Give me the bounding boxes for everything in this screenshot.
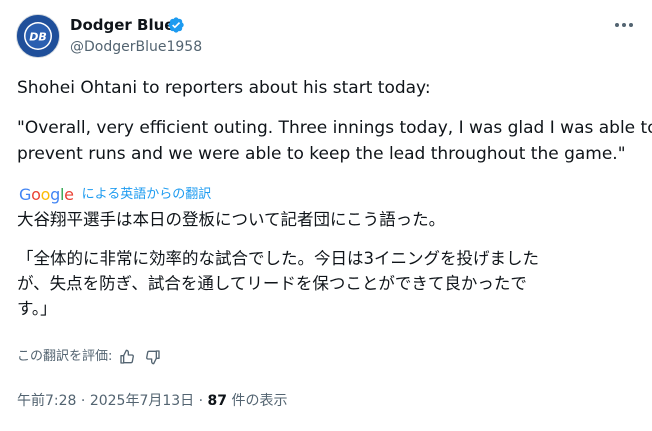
tweet-text-line: prevent runs and we were able to keep th… bbox=[17, 144, 626, 164]
meta-separator: · bbox=[80, 393, 86, 409]
translated-text-line: 大谷翔平選手は本日の登板について記者団にこう語った。 bbox=[17, 210, 446, 229]
translation-attribution[interactable]: Google による英語からの翻訳 bbox=[19, 185, 211, 205]
meta-separator: · bbox=[198, 393, 204, 409]
views-count: 87 bbox=[207, 393, 228, 409]
avatar[interactable]: DB bbox=[16, 14, 60, 58]
rate-translation: この翻訳を評価: bbox=[17, 347, 164, 367]
avatar-monogram: DB bbox=[29, 31, 47, 44]
tweet-date[interactable]: 2025年7月13日 bbox=[90, 393, 194, 409]
verified-badge-icon[interactable] bbox=[167, 16, 185, 34]
translated-text-line: 「全体的に非常に効率的な試合でした。今日は3イニングを投げました bbox=[17, 249, 539, 268]
thumbs-down-icon bbox=[146, 350, 161, 365]
author-display-name[interactable]: Dodger Blue bbox=[70, 15, 174, 35]
views-label: 件の表示 bbox=[231, 393, 288, 409]
thumbs-up-icon bbox=[120, 349, 135, 364]
tweet-text-line: "Overall, very efficient outing. Three i… bbox=[17, 118, 652, 138]
tweet-text-line: Shohei Ohtani to reporters about his sta… bbox=[17, 78, 431, 98]
rate-translation-label: この翻訳を評価: bbox=[17, 349, 113, 364]
tweet-time[interactable]: 午前7:28 bbox=[17, 393, 76, 409]
thumbs-up-button[interactable] bbox=[116, 347, 138, 367]
thumbs-down-button[interactable] bbox=[142, 347, 164, 367]
author-handle[interactable]: @DodgerBlue1958 bbox=[70, 37, 202, 57]
translated-text-line: す。」 bbox=[17, 299, 57, 318]
translated-text-line: が、失点を防ぎ、試合を通してリードを保つことができて良かったで bbox=[17, 274, 527, 293]
tweet-translated-text: 大谷翔平選手は本日の登板について記者団にこう語った。 「全体的に非常に効率的な試… bbox=[17, 207, 637, 321]
tweet-meta: 午前7:28 · 2025年7月13日 · 87 件の表示 bbox=[17, 391, 287, 411]
google-logo: Google bbox=[19, 185, 74, 204]
tweet-original-text: Shohei Ohtani to reporters about his sta… bbox=[17, 75, 652, 167]
tweet-card: DB Dodger Blue @DodgerBlue1958 Shohei Oh… bbox=[0, 0, 652, 431]
translation-label[interactable]: による英語からの翻訳 bbox=[82, 186, 212, 204]
more-options-icon[interactable] bbox=[608, 14, 640, 36]
